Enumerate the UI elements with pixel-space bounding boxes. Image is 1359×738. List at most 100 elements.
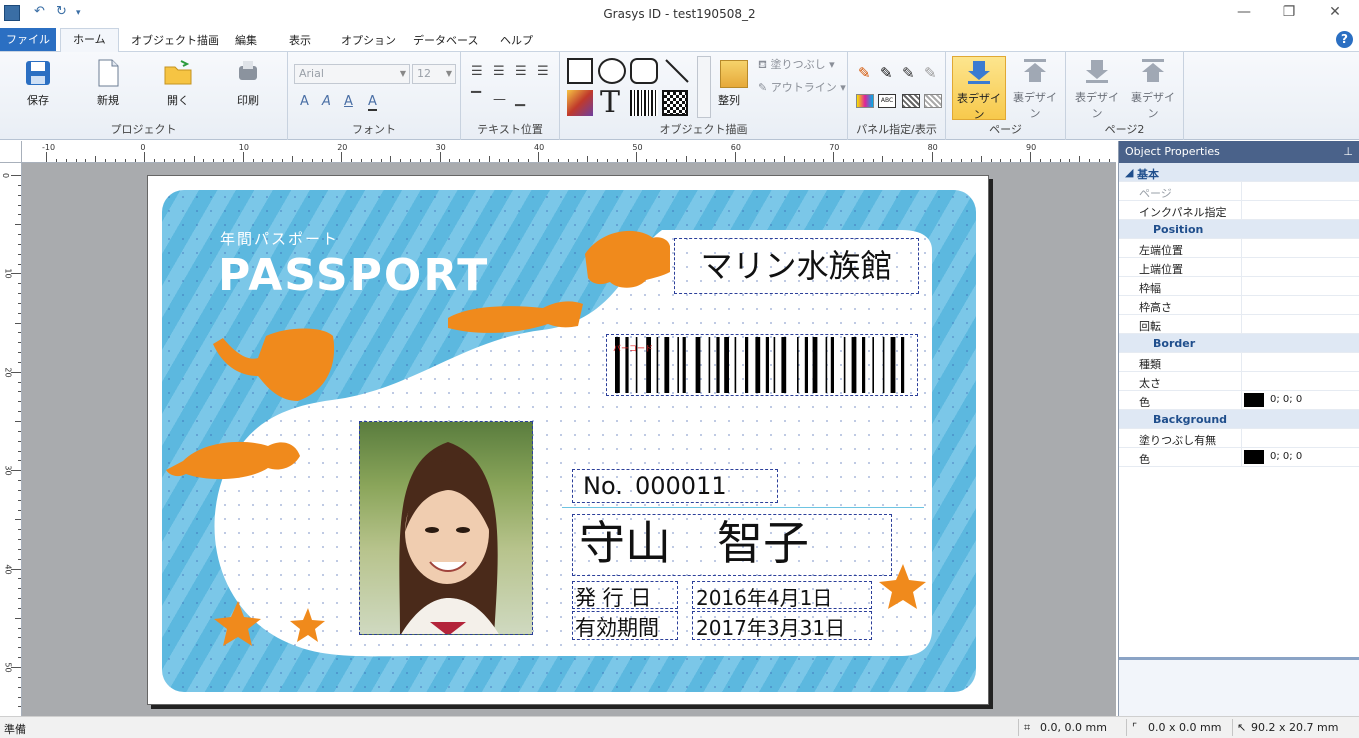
issue-date-value[interactable]: 2016年4月1日 xyxy=(692,581,872,610)
ymc-panel-icon[interactable] xyxy=(856,94,874,108)
prop-height[interactable]: 枠高さ xyxy=(1119,296,1359,315)
new-button[interactable]: 新規 xyxy=(78,56,138,108)
valid-period-label[interactable]: 有効期間 xyxy=(572,611,678,640)
open-button[interactable]: 開く xyxy=(148,56,208,108)
pen-color-icon[interactable]: ✎ xyxy=(858,64,871,82)
design-canvas[interactable]: 年間パスポート PASSPORT マリン水族館 バーコード No. 000011… xyxy=(22,163,1116,716)
ruler-tick xyxy=(124,159,126,162)
align-center-icon[interactable]: ☰ xyxy=(493,64,505,79)
ruler-tick xyxy=(577,159,579,162)
ruler-tick xyxy=(1059,159,1061,162)
pen-gray-icon[interactable]: ✎ xyxy=(902,64,915,82)
prop-border-thickness[interactable]: 太さ xyxy=(1119,372,1359,391)
ruler-corner xyxy=(0,141,22,163)
tab-file[interactable]: ファイル xyxy=(0,28,56,51)
prop-border-color[interactable]: 色 0; 0; 0 xyxy=(1119,391,1359,410)
save-button[interactable]: 保存 xyxy=(8,56,68,108)
barcode-bar xyxy=(812,337,818,393)
rounded-rect-tool-icon[interactable] xyxy=(630,58,658,84)
paint-bucket-icon: ⛾ xyxy=(758,58,767,71)
ruler-h-label: 30 xyxy=(435,143,446,152)
close-icon[interactable]: ✕ xyxy=(1325,4,1345,20)
barcode-bar xyxy=(851,337,857,393)
prop-bg-color[interactable]: 色 0; 0; 0 xyxy=(1119,448,1359,467)
valign-bottom-icon[interactable]: ▁ xyxy=(515,92,525,107)
underline-icon[interactable]: A xyxy=(344,94,353,109)
category-background[interactable]: Background xyxy=(1119,410,1359,429)
valign-top-icon[interactable]: ▔ xyxy=(471,92,481,107)
align-button[interactable]: 整列 xyxy=(718,92,740,108)
tab-view[interactable]: 表示 xyxy=(289,32,311,48)
issue-date-label[interactable]: 発 行 日 xyxy=(572,581,678,610)
prop-ink-panel[interactable]: インクパネル指定 xyxy=(1119,201,1359,220)
prop-rotation[interactable]: 回転 xyxy=(1119,315,1359,334)
valign-middle-icon[interactable]: — xyxy=(493,92,506,107)
ruler-tick xyxy=(114,159,116,162)
align-right-icon[interactable]: ☰ xyxy=(515,64,527,79)
font-size-select[interactable]: 12 ▼ xyxy=(412,64,456,84)
ruler-tick xyxy=(11,470,21,472)
minimize-icon[interactable]: — xyxy=(1234,4,1254,20)
maximize-icon[interactable]: ❐ xyxy=(1279,4,1299,20)
category-border[interactable]: Border xyxy=(1119,334,1359,353)
back-design-2-button[interactable]: 裏デザイン xyxy=(1126,56,1180,120)
tab-edit[interactable]: 編集 xyxy=(235,32,257,48)
font-color-icon[interactable]: A xyxy=(368,94,377,111)
print-button[interactable]: 印刷 xyxy=(218,56,278,108)
category-position[interactable]: Position xyxy=(1119,220,1359,239)
pen-light-icon[interactable]: ✎ xyxy=(924,64,937,82)
barcode-tool-icon[interactable] xyxy=(630,90,658,116)
ruler-tick xyxy=(134,159,136,162)
barcode-field[interactable]: バーコード xyxy=(606,334,918,396)
ruler-tick xyxy=(242,152,244,162)
front-design-2-button[interactable]: 表デザイン xyxy=(1070,56,1124,120)
ruler-tick xyxy=(872,159,874,162)
front-design-button[interactable]: 表デザイン xyxy=(952,56,1006,121)
ellipse-tool-icon[interactable] xyxy=(598,58,626,84)
outline-button[interactable]: ✎ アウトライン ▾ xyxy=(758,79,846,95)
ruler-tick xyxy=(351,159,353,162)
group-label-project: プロジェクト xyxy=(110,123,177,136)
fill-button[interactable]: ⛾ 塗りつぶし ▾ xyxy=(758,56,835,73)
shapes-scrollbar[interactable] xyxy=(697,56,711,118)
image-tool-icon[interactable] xyxy=(567,90,593,116)
member-number-field[interactable]: No. 000011 xyxy=(572,469,778,503)
prop-top[interactable]: 上端位置 xyxy=(1119,258,1359,277)
font-family-select[interactable]: Arial ▼ xyxy=(294,64,410,84)
line-tool-icon[interactable] xyxy=(664,58,690,84)
ruler-tick xyxy=(557,159,559,162)
pin-icon[interactable]: ⊥ xyxy=(1343,141,1353,163)
prop-width[interactable]: 枠幅 xyxy=(1119,277,1359,296)
align-justify-icon[interactable]: ☰ xyxy=(537,64,549,79)
barcode-bar xyxy=(901,337,905,393)
aquarium-name[interactable]: マリン水族館 xyxy=(674,238,919,294)
tab-object-draw[interactable]: オブジェクト描画 xyxy=(131,32,219,48)
prop-fill-enabled[interactable]: 塗りつぶし有無 xyxy=(1119,429,1359,448)
help-icon[interactable]: ? xyxy=(1336,31,1353,48)
member-name[interactable]: 守山 智子 xyxy=(572,514,892,576)
tab-options[interactable]: オプション xyxy=(341,32,396,48)
text-tool-icon[interactable]: T xyxy=(600,85,620,120)
category-basic[interactable]: ◢ 基本 xyxy=(1119,163,1359,182)
tab-help[interactable]: ヘルプ xyxy=(500,32,533,48)
back-design-button[interactable]: 裏デザイン xyxy=(1008,56,1062,120)
tab-home[interactable]: ホーム xyxy=(60,28,119,52)
prop-page[interactable]: ページ xyxy=(1119,182,1359,201)
title-bar: ↶ ↻ ▾ Grasys ID - test190508_2 — ❐ ✕ xyxy=(0,0,1359,28)
resin-panel-icon[interactable]: ABC xyxy=(878,94,896,108)
italic-icon[interactable]: A xyxy=(322,94,331,109)
prop-border-type[interactable]: 種類 xyxy=(1119,353,1359,372)
ruler-tick xyxy=(360,159,362,162)
qrcode-tool-icon[interactable] xyxy=(662,90,688,116)
id-card[interactable]: 年間パスポート PASSPORT マリン水族館 バーコード No. 000011… xyxy=(147,175,989,705)
valid-period-value[interactable]: 2017年3月31日 xyxy=(692,611,872,640)
tab-database[interactable]: データベース xyxy=(413,32,478,48)
pen-black-icon[interactable]: ✎ xyxy=(880,64,893,82)
portrait-photo[interactable] xyxy=(359,421,533,635)
prop-left[interactable]: 左端位置 xyxy=(1119,239,1359,258)
bold-icon[interactable]: A xyxy=(300,94,309,109)
uv-panel-icon[interactable] xyxy=(924,94,942,108)
overlay-panel-icon[interactable] xyxy=(902,94,920,108)
rectangle-tool-icon[interactable] xyxy=(567,58,593,84)
align-left-icon[interactable]: ☰ xyxy=(471,64,483,79)
